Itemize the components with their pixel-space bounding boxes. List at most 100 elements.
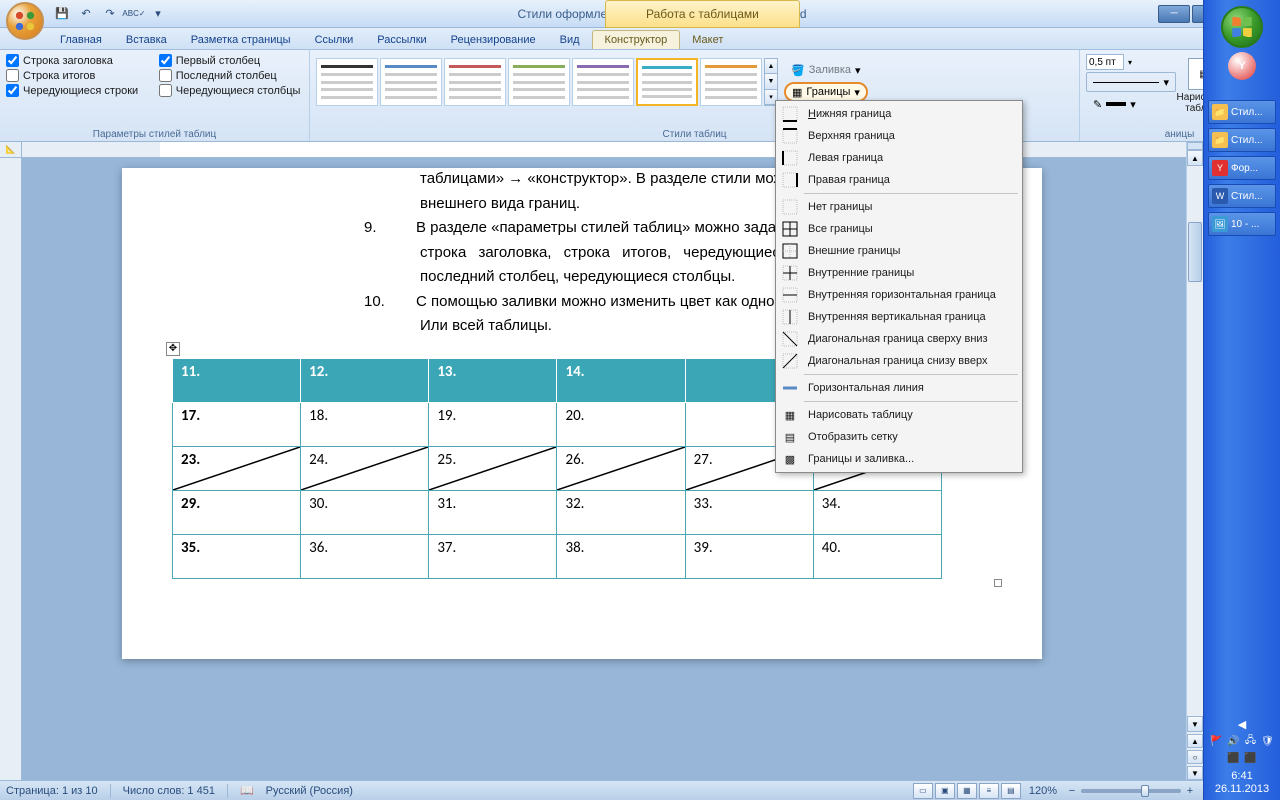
zoom-in-button[interactable]: + [1183, 785, 1197, 797]
table-move-handle[interactable]: ✥ [166, 342, 180, 356]
zoom-slider[interactable] [1081, 789, 1181, 793]
dd-horizontal-line[interactable]: Горизонтальная линия [776, 377, 1022, 399]
clock[interactable]: 6:41 26.11.2013 [1215, 770, 1269, 796]
qat-more-icon[interactable]: ▾ [148, 4, 168, 24]
view-full-screen[interactable]: ▣ [935, 783, 955, 799]
start-button[interactable] [1221, 6, 1263, 48]
tab-layout[interactable]: Макет [680, 31, 735, 49]
minimize-button[interactable]: ─ [1158, 5, 1190, 23]
chk-banded-rows[interactable]: Чередующиеся строки [6, 84, 141, 97]
style-thumb[interactable] [316, 58, 378, 106]
dd-view-gridlines[interactable]: ▤Отобразить сетку [776, 426, 1022, 448]
status-words[interactable]: Число слов: 1 451 [123, 785, 215, 797]
zoom-out-button[interactable]: − [1065, 785, 1079, 797]
view-print-layout[interactable]: ▭ [913, 783, 933, 799]
dd-right-border[interactable]: Правая граница [776, 169, 1022, 191]
ruler-toggle[interactable]: 📐 [0, 142, 22, 157]
dd-draw-table[interactable]: ▦Нарисовать таблицу [776, 404, 1022, 426]
tab-view[interactable]: Вид [548, 31, 592, 49]
yandex-icon[interactable]: Y [1228, 52, 1256, 80]
dd-inside-borders[interactable]: Внутренние границы [776, 262, 1022, 284]
table-row[interactable]: 35.36.37.38.39.40. [173, 534, 942, 578]
table-resize-handle[interactable] [994, 579, 1002, 587]
view-draft[interactable]: ▤ [1001, 783, 1021, 799]
scroll-down-icon[interactable]: ▼ [1187, 716, 1203, 732]
prev-page-icon[interactable]: ▲ [1187, 734, 1203, 748]
tab-mailings[interactable]: Рассылки [365, 31, 438, 49]
vertical-scrollbar[interactable]: ▲ ▼ ▲ ○ ▼ [1186, 142, 1203, 780]
taskbar-item[interactable]: WСтил... [1208, 184, 1276, 208]
style-thumb-selected[interactable] [636, 58, 698, 106]
table-row[interactable]: 29.30.31.32.33.34. [173, 490, 942, 534]
dd-no-border[interactable]: Нет границы [776, 196, 1022, 218]
group-label-options: Параметры стилей таблиц [0, 129, 309, 140]
tray-app-icon[interactable]: ⬛ [1227, 752, 1241, 766]
taskbar-item[interactable]: 📁Стил... [1208, 128, 1276, 152]
next-page-icon[interactable]: ▼ [1187, 766, 1203, 780]
tab-references[interactable]: Ссылки [303, 31, 366, 49]
document-scroll[interactable]: таблицами» → «конструктор». В разделе ст… [22, 142, 1203, 780]
show-hidden-icon[interactable]: ◀ [1238, 718, 1246, 731]
tray-app-icon[interactable]: ⬛ [1244, 752, 1258, 766]
spellcheck-icon[interactable]: ABC✓ [124, 4, 144, 24]
taskbar-item[interactable]: 🖼10 - ... [1208, 212, 1276, 236]
zoom-level[interactable]: 120% [1029, 785, 1057, 797]
taskbar-item[interactable]: 📁Стил... [1208, 100, 1276, 124]
chk-header-row[interactable]: Строка заголовка [6, 54, 141, 67]
shading-button[interactable]: 🪣Заливка▾ [784, 60, 868, 80]
office-button[interactable] [6, 2, 44, 40]
dd-left-border[interactable]: Левая граница [776, 147, 1022, 169]
dd-diag-down-border[interactable]: Диагональная граница сверху вниз [776, 328, 1022, 350]
scroll-up-icon[interactable]: ▲ [1187, 150, 1203, 166]
chk-first-column[interactable]: Первый столбец [159, 54, 303, 67]
spellcheck-status-icon[interactable]: 📖 [240, 784, 254, 797]
borders-button[interactable]: ▦Границы▾ [784, 82, 868, 102]
tab-insert[interactable]: Вставка [114, 31, 179, 49]
pen-color[interactable]: ✎▾ [1086, 94, 1176, 114]
browse-object-icon[interactable]: ○ [1187, 750, 1203, 764]
pen-icon: ✎ [1093, 98, 1102, 111]
borders-icon: ▦ [792, 86, 802, 99]
gallery-scroll[interactable]: ▲▼▾ [764, 58, 778, 106]
redo-icon[interactable]: ↷ [100, 4, 120, 24]
style-thumb[interactable] [508, 58, 570, 106]
tray-flag-icon[interactable]: 🚩 [1210, 735, 1224, 749]
tab-design[interactable]: Конструктор [592, 30, 681, 49]
status-page[interactable]: Страница: 1 из 10 [6, 785, 98, 797]
dd-bottom-border[interactable]: ННижняя границаижняя граница [776, 103, 1022, 125]
tray-volume-icon[interactable]: 🔊 [1227, 735, 1241, 749]
undo-icon[interactable]: ↶ [76, 4, 96, 24]
dd-outside-borders[interactable]: Внешние границы [776, 240, 1022, 262]
view-web[interactable]: ▦ [957, 783, 977, 799]
dd-top-border[interactable]: Верхняя граница [776, 125, 1022, 147]
style-thumb[interactable] [380, 58, 442, 106]
tray-network-icon[interactable]: 🖧 [1244, 735, 1258, 749]
pen-style[interactable]: ▾ [1086, 72, 1176, 92]
ribbon: Строка заголовка Первый столбец Строка и… [0, 50, 1280, 142]
view-outline[interactable]: ≡ [979, 783, 999, 799]
scroll-thumb[interactable] [1188, 222, 1202, 282]
dd-diag-up-border[interactable]: Диагональная граница снизу вверх [776, 350, 1022, 372]
tray-shield-icon[interactable]: 🛡 [1261, 735, 1275, 749]
tab-page-layout[interactable]: Разметка страницы [179, 31, 303, 49]
save-icon[interactable]: 💾 [52, 4, 72, 24]
chk-total-row[interactable]: Строка итогов [6, 69, 141, 82]
style-thumb[interactable] [700, 58, 762, 106]
status-bar: Страница: 1 из 10 Число слов: 1 451 📖 Ру… [0, 780, 1203, 800]
dd-inside-v-border[interactable]: Внутренняя вертикальная граница [776, 306, 1022, 328]
taskbar-item[interactable]: YФор... [1208, 156, 1276, 180]
dd-inside-h-border[interactable]: Внутренняя горизонтальная граница [776, 284, 1022, 306]
vertical-ruler[interactable] [0, 142, 22, 780]
tab-home[interactable]: Главная [48, 31, 114, 49]
style-thumb[interactable] [572, 58, 634, 106]
status-language[interactable]: Русский (Россия) [266, 785, 353, 797]
chk-last-column[interactable]: Последний столбец [159, 69, 303, 82]
style-thumb[interactable] [444, 58, 506, 106]
chk-banded-columns[interactable]: Чередующиеся столбцы [159, 84, 303, 97]
separator [804, 374, 1018, 375]
dd-all-borders[interactable]: Все границы [776, 218, 1022, 240]
dd-borders-and-shading[interactable]: ▩Границы и заливка... [776, 448, 1022, 470]
split-handle[interactable] [1187, 142, 1203, 150]
tab-review[interactable]: Рецензирование [439, 31, 548, 49]
pen-weight[interactable]: ▾ [1086, 54, 1176, 70]
